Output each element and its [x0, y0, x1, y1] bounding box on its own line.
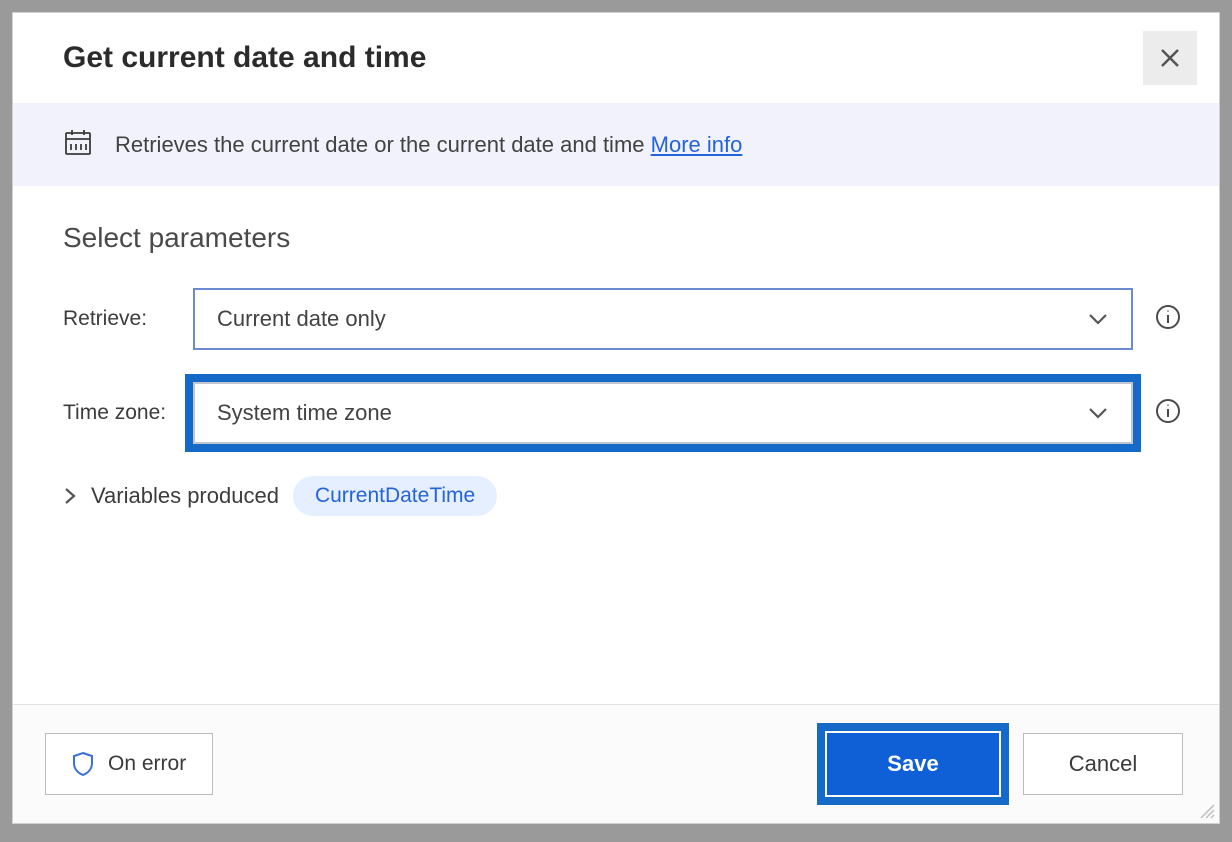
shield-icon — [72, 751, 94, 777]
chevron-down-icon — [1087, 312, 1109, 326]
retrieve-dropdown[interactable]: Current date only — [193, 288, 1133, 350]
timezone-label: Time zone: — [63, 401, 193, 425]
param-row-timezone: Time zone: System time zone — [63, 382, 1169, 444]
dialog-header: Get current date and time — [13, 13, 1219, 103]
on-error-label: On error — [108, 752, 186, 776]
variables-produced-row[interactable]: Variables produced CurrentDateTime — [63, 476, 1169, 516]
cancel-button[interactable]: Cancel — [1023, 733, 1183, 795]
retrieve-label: Retrieve: — [63, 307, 193, 331]
info-icon — [1155, 304, 1181, 330]
calendar-icon — [63, 127, 93, 162]
info-description: Retrieves the current date or the curren… — [115, 132, 645, 157]
info-icon — [1155, 398, 1181, 424]
section-title: Select parameters — [63, 222, 1169, 254]
info-text: Retrieves the current date or the curren… — [115, 132, 742, 158]
dialog-get-current-datetime: Get current date and time Retrieves the … — [12, 12, 1220, 824]
timezone-dropdown[interactable]: System time zone — [193, 382, 1133, 444]
footer-actions: Save Cancel — [827, 733, 1183, 795]
resize-grip[interactable] — [1197, 801, 1215, 819]
param-row-retrieve: Retrieve: Current date only — [63, 288, 1169, 350]
variable-chip[interactable]: CurrentDateTime — [293, 476, 497, 516]
dialog-title: Get current date and time — [63, 41, 426, 75]
timezone-info-icon[interactable] — [1155, 398, 1181, 429]
retrieve-info-icon[interactable] — [1155, 304, 1181, 335]
save-button[interactable]: Save — [827, 733, 999, 795]
chevron-down-icon — [1087, 406, 1109, 420]
dialog-body: Select parameters Retrieve: Current date… — [13, 186, 1219, 704]
close-button[interactable] — [1143, 31, 1197, 85]
timezone-value: System time zone — [217, 400, 392, 426]
dialog-footer: On error Save Cancel — [13, 704, 1219, 823]
on-error-button[interactable]: On error — [45, 733, 213, 795]
chevron-right-icon — [63, 486, 77, 506]
retrieve-value: Current date only — [217, 306, 386, 332]
more-info-link[interactable]: More info — [651, 132, 743, 157]
close-icon — [1159, 47, 1181, 69]
variables-produced-label: Variables produced — [91, 483, 279, 509]
info-banner: Retrieves the current date or the curren… — [13, 103, 1219, 186]
